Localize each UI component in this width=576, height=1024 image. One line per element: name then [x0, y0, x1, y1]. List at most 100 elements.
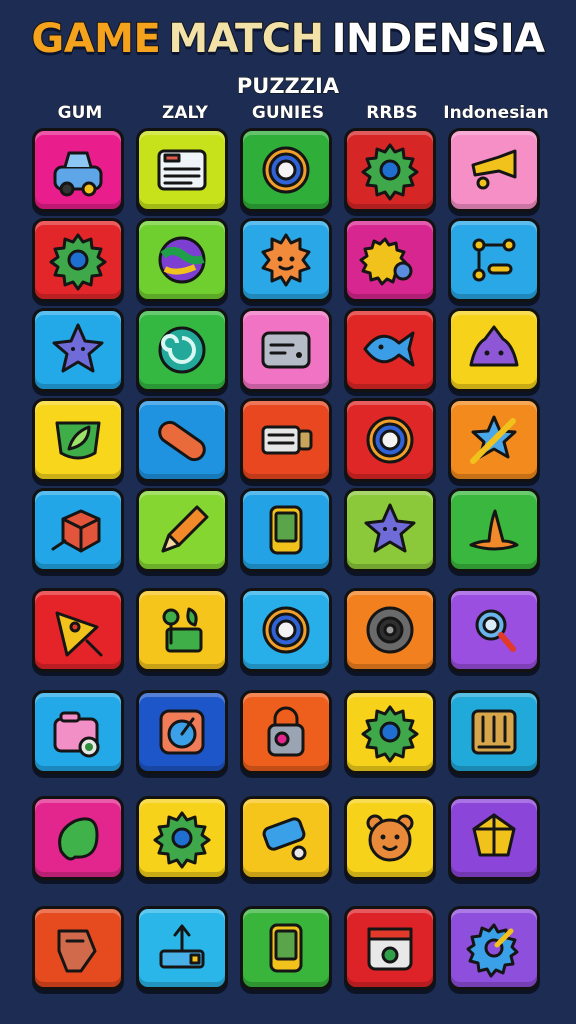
subtitle: PUZZZIA	[236, 74, 340, 99]
bear-icon	[359, 807, 421, 869]
tile-r3-c3[interactable]	[240, 308, 332, 392]
gear-icon	[359, 701, 421, 763]
tile-r7-c5[interactable]	[448, 690, 540, 774]
tile-r3-c2[interactable]	[136, 308, 228, 392]
tile-r7-c4[interactable]	[344, 690, 436, 774]
tile-r2-c2[interactable]	[136, 218, 228, 302]
tile-r1-c5[interactable]	[448, 128, 540, 212]
tile-r4-c2[interactable]	[136, 398, 228, 482]
tile-r5-c1[interactable]	[32, 488, 124, 572]
bean-icon	[47, 807, 109, 869]
column-header-3: GUNIES	[251, 103, 325, 124]
column-header-5: Indonesian	[443, 103, 549, 124]
car-icon	[47, 139, 109, 201]
dial-icon	[151, 701, 213, 763]
tile-r5-c2[interactable]	[136, 488, 228, 572]
tile-r4-c4[interactable]	[344, 398, 436, 482]
tile-r8-c4[interactable]	[344, 796, 436, 880]
phone-icon	[255, 917, 317, 979]
tile-r1-c1[interactable]	[32, 128, 124, 212]
gear-key-icon	[359, 229, 421, 291]
game-title: GAME MATCH INDENSIA	[0, 14, 576, 64]
tile-r1-c4[interactable]	[344, 128, 436, 212]
column-header-4: RRBS	[366, 103, 418, 124]
tile-r4-c5[interactable]	[448, 398, 540, 482]
id-card-icon	[151, 139, 213, 201]
ring-icon	[255, 599, 317, 661]
shield-leaf-icon	[47, 409, 109, 471]
tile-r9-c1[interactable]	[32, 906, 124, 990]
title-word-3: INDENSIA	[331, 15, 547, 63]
tile-r5-c4[interactable]	[344, 488, 436, 572]
tile-r9-c5[interactable]	[448, 906, 540, 990]
gem-icon	[463, 807, 525, 869]
blob-icon	[463, 319, 525, 381]
tile-r8-c2[interactable]	[136, 796, 228, 880]
tile-r9-c2[interactable]	[136, 906, 228, 990]
lock-icon	[255, 701, 317, 763]
cube-icon	[47, 499, 109, 561]
gear-icon	[359, 139, 421, 201]
gear-icon	[151, 807, 213, 869]
tile-r3-c1[interactable]	[32, 308, 124, 392]
tile-r8-c3[interactable]	[240, 796, 332, 880]
calendar-icon	[359, 917, 421, 979]
tile-r8-c5[interactable]	[448, 796, 540, 880]
tile-r8-c1[interactable]	[32, 796, 124, 880]
sword-star-icon	[463, 409, 525, 471]
trumpet-icon	[463, 139, 525, 201]
title-word-1: GAME	[30, 15, 161, 63]
star-icon	[47, 319, 109, 381]
tile-r6-c4[interactable]	[344, 588, 436, 672]
tile-r3-c4[interactable]	[344, 308, 436, 392]
tile-r7-c3[interactable]	[240, 690, 332, 774]
title-word-2: MATCH	[167, 15, 325, 63]
tile-r3-c5[interactable]	[448, 308, 540, 392]
speaker-icon	[359, 599, 421, 661]
magnifier-icon	[463, 599, 525, 661]
tile-r5-c3[interactable]	[240, 488, 332, 572]
tile-r7-c1[interactable]	[32, 690, 124, 774]
phone-icon	[255, 499, 317, 561]
column-headers: GUM ZALY GUNIES RRBS Indonesian	[0, 103, 576, 127]
capsule-icon	[151, 409, 213, 471]
tile-r2-c3[interactable]	[240, 218, 332, 302]
tile-r1-c3[interactable]	[240, 128, 332, 212]
crate-icon	[463, 701, 525, 763]
camera-icon	[47, 701, 109, 763]
pizza-icon	[47, 599, 109, 661]
planet-icon	[151, 229, 213, 291]
fish-icon	[359, 319, 421, 381]
tile-r6-c1[interactable]	[32, 588, 124, 672]
tile-r5-c5[interactable]	[448, 488, 540, 572]
star-icon	[359, 499, 421, 561]
pencil-icon	[151, 499, 213, 561]
tile-r6-c5[interactable]	[448, 588, 540, 672]
gear-brush-icon	[463, 917, 525, 979]
ring-icon	[255, 139, 317, 201]
circuit-icon	[463, 229, 525, 291]
arrow-box-icon	[151, 917, 213, 979]
tile-r9-c4[interactable]	[344, 906, 436, 990]
tile-r2-c4[interactable]	[344, 218, 436, 302]
swirl-icon	[151, 319, 213, 381]
column-header-2: ZALY	[162, 103, 209, 124]
tile-r9-c3[interactable]	[240, 906, 332, 990]
branch-icon	[151, 599, 213, 661]
eraser-icon	[255, 807, 317, 869]
column-header-1: GUM	[57, 103, 103, 124]
tile-r2-c1[interactable]	[32, 218, 124, 302]
roller-icon	[255, 409, 317, 471]
tile-r7-c2[interactable]	[136, 690, 228, 774]
gear-icon	[47, 229, 109, 291]
tile-r4-c1[interactable]	[32, 398, 124, 482]
tile-r1-c2[interactable]	[136, 128, 228, 212]
scroll-icon	[47, 917, 109, 979]
hat-icon	[463, 499, 525, 561]
tile-r6-c3[interactable]	[240, 588, 332, 672]
sun-creature-icon	[255, 229, 317, 291]
card-icon	[255, 319, 317, 381]
tile-r4-c3[interactable]	[240, 398, 332, 482]
tile-r2-c5[interactable]	[448, 218, 540, 302]
tile-r6-c2[interactable]	[136, 588, 228, 672]
